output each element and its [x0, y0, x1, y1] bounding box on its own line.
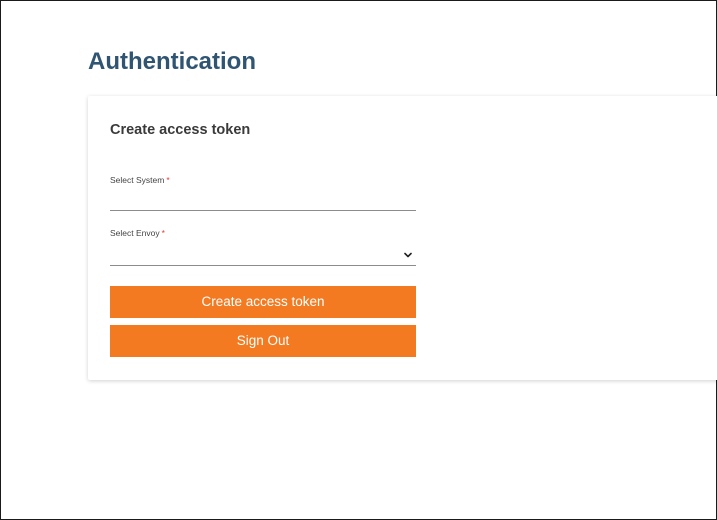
card-title: Create access token: [110, 122, 251, 138]
select-system-input[interactable]: [110, 190, 416, 211]
required-mark: *: [161, 228, 165, 238]
select-envoy-label-text: Select Envoy: [110, 228, 160, 238]
create-token-card: Create access token Select System * Selec…: [88, 96, 717, 380]
select-system-field: Select System *: [110, 174, 416, 212]
required-mark: *: [166, 175, 170, 185]
page-title: Authentication: [88, 48, 256, 75]
select-system-label-text: Select System: [110, 175, 165, 185]
select-envoy-label: Select Envoy *: [110, 227, 416, 239]
select-envoy-field: Select Envoy *: [110, 227, 416, 267]
select-system-label: Select System *: [110, 174, 416, 186]
select-envoy-dropdown[interactable]: [110, 245, 416, 266]
create-access-token-button[interactable]: Create access token: [110, 286, 416, 318]
sign-out-button[interactable]: Sign Out: [110, 325, 416, 357]
app-window: Authentication Create access token Selec…: [0, 0, 717, 520]
chevron-down-icon: [404, 252, 412, 258]
